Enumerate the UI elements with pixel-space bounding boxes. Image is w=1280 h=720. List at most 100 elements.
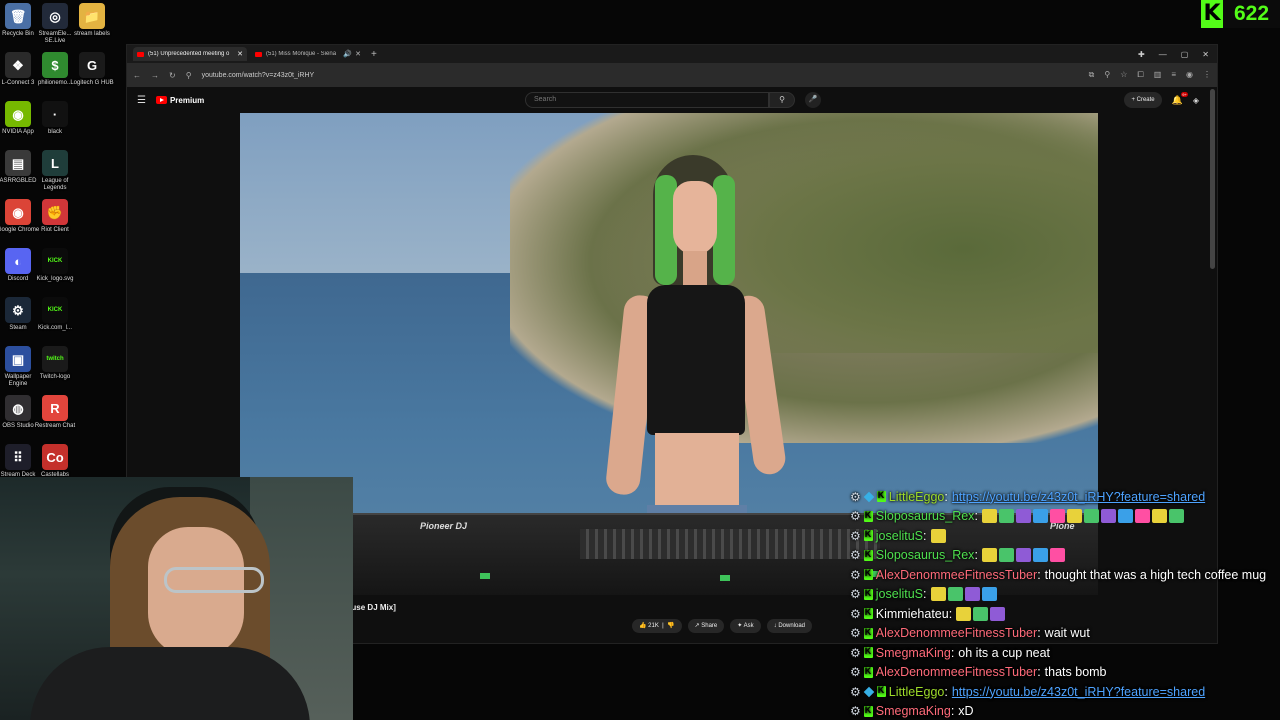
chat-message: ⚙ LittleEggo: https://youtu.be/z43z0t_iRHY… [850, 682, 1205, 701]
notifications-bell-icon[interactable]: 🔔 9+ [1172, 91, 1188, 106]
tab-active[interactable]: (51) Unprecedented meeting o ✕ [133, 47, 247, 61]
tab-inactive[interactable]: (51) Miss Monique - Siena 🔊 ✕ [251, 47, 365, 61]
kick-icon: KICK [42, 297, 68, 323]
video-actions: 👍 21K | 👎 ↗ Share ✦ Ask ↓ Download [632, 619, 812, 633]
site-info-icon[interactable]: ⚲ [186, 71, 192, 80]
hamburger-menu-icon[interactable]: ☰ [137, 95, 146, 106]
desktop-icon[interactable]: L League of Legends [33, 150, 77, 192]
close-tab-icon[interactable]: ✕ [237, 50, 243, 58]
chat-emote-icon [964, 587, 980, 601]
create-button[interactable]: + Create [1124, 92, 1162, 108]
new-tab-button[interactable]: + [371, 49, 377, 60]
kick-logo-icon: K [1201, 0, 1223, 28]
chat-emote-icon [1032, 509, 1048, 523]
desktop-icon[interactable]: 📁 stream labels [70, 3, 114, 38]
speaker-icon[interactable]: 🔊 [343, 50, 352, 58]
menu-dots-icon[interactable]: ⋮ [1203, 70, 1211, 80]
chat-emote-icon [981, 548, 997, 562]
desktop-icon[interactable]: KICK Kick.com_l... [33, 297, 77, 332]
chat-username[interactable]: AlexDenommeeFitnessTuber [876, 626, 1037, 640]
streamer-glasses [164, 567, 264, 593]
search-icon[interactable]: ⚲ [769, 92, 795, 108]
bookmark-star-icon[interactable]: ☆ [1120, 70, 1127, 80]
moderator-badge-icon: ⚙ [850, 606, 861, 621]
desktop-icon[interactable]: R Restream Chat [33, 395, 77, 430]
chat-username[interactable]: AlexDenommeeFitnessTuber [876, 665, 1037, 679]
chat-separator: : [974, 509, 978, 523]
chat-overlay: ⚙ LittleEggo: https://youtu.be/z43z0t_iRHY… [850, 490, 1280, 720]
kick-badge-icon [863, 529, 873, 541]
moderator-badge-icon: ⚙ [850, 684, 861, 699]
chat-message: ⚙ joselituS: [850, 526, 948, 545]
youtube-favicon-icon [137, 51, 144, 57]
desktop: 🗑 Recycle Bin ◎ StreamEle... SE.Live 📁 stream… [0, 0, 1280, 720]
chat-emote-icon [947, 587, 963, 601]
back-icon[interactable]: ← [133, 71, 141, 80]
forward-icon[interactable]: → [151, 71, 159, 80]
extensions-icon[interactable]: ⧠ [1137, 70, 1143, 80]
tab-bar: (51) Unprecedented meeting o ✕ (51) Miss… [127, 45, 1217, 63]
youtube-logo[interactable]: Premium [155, 96, 204, 105]
reload-icon[interactable]: ↻ [169, 71, 176, 80]
desktop-icon[interactable]: · black [33, 101, 77, 136]
performer-face [673, 181, 717, 255]
chat-message: ⚙ AlexDenommeeFitnessTuber:wait wut [850, 624, 1090, 643]
page-scrollbar[interactable] [1210, 89, 1215, 269]
desktop-icon-label: Kick_logo.svg [36, 276, 74, 282]
moderator-badge-icon: ⚙ [850, 626, 861, 640]
desktop-icon-label: Logitech G HUB [70, 80, 114, 86]
tab-search-icon[interactable]: ✚ [1138, 50, 1145, 59]
chat-separator: : [923, 528, 927, 543]
chat-emote-icon [1066, 509, 1082, 523]
sidepanel-icon[interactable]: ▥ [1154, 70, 1162, 80]
share-label: Share [701, 623, 718, 629]
maximize-icon[interactable]: ▢ [1181, 50, 1189, 59]
chat-username[interactable]: SmegmaKing [876, 646, 951, 660]
desktop-icon[interactable]: ✊ Riot Client [33, 199, 77, 234]
chat-text: oh its a cup neat [958, 645, 1051, 660]
share-button[interactable]: ↗ Share [687, 619, 725, 633]
performer-top [647, 285, 745, 435]
profile-icon[interactable]: ◉ [1186, 70, 1193, 80]
chat-username[interactable]: Sloposaurus_Rex [876, 548, 975, 562]
chat-link[interactable]: https://youtu.be/z43z0t_iRHY?feature=sha… [952, 685, 1205, 699]
youtube-favicon-icon [255, 51, 262, 57]
desktop-icon[interactable]: KICK Kick_logo.svg [33, 248, 77, 283]
minimize-icon[interactable]: — [1159, 50, 1167, 59]
search-input[interactable]: Search [525, 92, 769, 108]
chat-emote-icon [930, 528, 946, 543]
close-window-icon[interactable]: ✕ [1202, 50, 1209, 59]
ask-button[interactable]: ✦ Ask [730, 619, 761, 633]
url-field[interactable]: youtube.com/watch?v=z43z0t_iRHY [202, 72, 315, 79]
avatar[interactable]: ◈ [1193, 96, 1199, 105]
like-button[interactable]: 👍 21K | 👎 [632, 619, 682, 633]
toolbar-icons: ⧉ ⚲ ☆ ⧠ ▥ ≡ ◉ ⋮ [1089, 70, 1211, 80]
chat-username[interactable]: Kimmiehateu [876, 607, 949, 621]
chat-separator: : [944, 489, 948, 504]
zoom-icon[interactable]: ⚲ [1104, 70, 1110, 80]
chat-username[interactable]: joselituS [876, 587, 923, 601]
close-tab-icon[interactable]: ✕ [355, 50, 361, 58]
chat-username[interactable]: LittleEggo [889, 685, 945, 699]
media-icon[interactable]: ≡ [1171, 70, 1176, 80]
chat-username[interactable]: Sloposaurus_Rex [876, 509, 975, 523]
chat-separator: : [944, 684, 948, 699]
chat-username[interactable]: AlexDenommeeFitnessTuber [876, 568, 1037, 582]
chat-username[interactable]: joselituS [876, 529, 923, 543]
desktop-icon[interactable]: G Logitech G HUB [70, 52, 114, 87]
desktop-icon[interactable]: twitch Twitch-logo [33, 346, 77, 381]
league-icon: L [42, 150, 68, 176]
streamer-shirt [30, 647, 310, 720]
download-button[interactable]: ↓ Download [766, 619, 812, 633]
chat-emote-icon [1117, 509, 1133, 523]
install-icon[interactable]: ⧉ [1089, 70, 1095, 80]
deck-brand-label: Pioneer DJ [420, 521, 468, 531]
nvidia-icon: ◉ [5, 101, 31, 127]
chat-username[interactable]: LittleEggo [889, 490, 945, 504]
moderator-badge-icon: ⚙ [850, 645, 861, 660]
chat-username[interactable]: SmegmaKing [876, 704, 951, 718]
desktop-icon[interactable]: Co Castellabs [33, 444, 77, 479]
kick-badge-icon [876, 490, 886, 502]
microphone-icon[interactable]: 🎤 [805, 92, 821, 108]
chat-link[interactable]: https://youtu.be/z43z0t_iRHY?feature=sha… [952, 490, 1205, 504]
